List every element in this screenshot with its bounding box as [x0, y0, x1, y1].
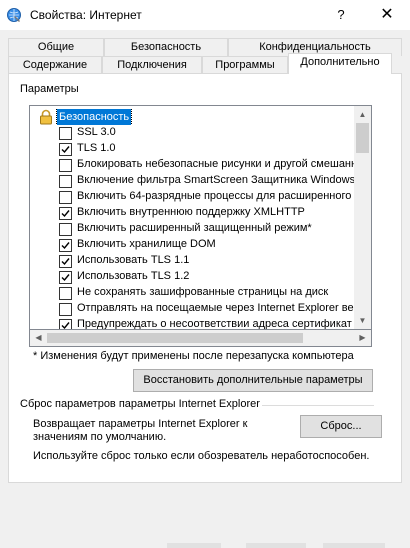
list-item-label: Включить внутреннюю поддержку XMLHTTP [77, 206, 305, 218]
list-item[interactable]: TLS 1.0 [30, 141, 354, 157]
tab-general[interactable]: Общие [8, 38, 104, 56]
restart-note: * Изменения будут применены после переза… [33, 350, 354, 362]
tab-content[interactable]: Содержание [8, 56, 102, 74]
list-item-label: Не сохранять зашифрованные страницы на д… [77, 286, 329, 298]
list-item-label: Включить хранилище DOM [77, 238, 216, 250]
list-item-label: Включение фильтра SmartScreen Защитника … [77, 174, 354, 186]
checkmark-icon [61, 258, 70, 266]
checkbox[interactable] [59, 287, 72, 300]
checkbox[interactable] [59, 239, 72, 252]
checkmark-icon [61, 322, 70, 329]
checkmark-icon [61, 210, 70, 218]
list-item-label: SSL 3.0 [77, 126, 116, 138]
scroll-left-arrow-icon[interactable]: ◀ [30, 330, 47, 346]
tab-programs[interactable]: Программы [202, 56, 288, 74]
checkbox[interactable] [59, 223, 72, 236]
list-item[interactable]: Включить хранилище DOM [30, 237, 354, 253]
checkbox[interactable] [59, 143, 72, 156]
title-bar: Свойства: Интернет ? ✕ [0, 0, 410, 30]
scroll-down-arrow-icon[interactable]: ▼ [354, 312, 371, 329]
tab-security[interactable]: Безопасность [104, 38, 228, 56]
close-button[interactable]: ✕ [364, 0, 410, 30]
checkbox[interactable] [59, 255, 72, 268]
ok-button[interactable] [167, 543, 221, 548]
list-item[interactable]: Блокировать небезопасные рисунки и друго… [30, 157, 354, 173]
checkmark-icon [61, 242, 70, 250]
checkmark-icon [61, 146, 70, 154]
checkbox[interactable] [59, 319, 72, 329]
internet-options-icon [7, 8, 21, 22]
checkbox[interactable] [59, 303, 72, 316]
list-item[interactable]: Не сохранять зашифрованные страницы на д… [30, 285, 354, 301]
restore-advanced-button[interactable]: Восстановить дополнительные параметры [133, 369, 373, 392]
tab-connections[interactable]: Подключения [102, 56, 202, 74]
apply-button[interactable] [323, 543, 385, 548]
list-item[interactable]: Включить внутреннюю поддержку XMLHTTP [30, 205, 354, 221]
tab-advanced[interactable]: Дополнительно [288, 53, 392, 74]
list-item[interactable]: Включить 64-разрядные процессы для расши… [30, 189, 354, 205]
scroll-thumb[interactable] [356, 123, 369, 153]
list-horizontal-scrollbar[interactable]: ◀ ▶ [29, 330, 372, 347]
checkbox[interactable] [59, 271, 72, 284]
list-item-label: Предупреждать о несоответствии адреса се… [77, 318, 352, 330]
scroll-up-arrow-icon[interactable]: ▲ [354, 106, 371, 123]
help-button[interactable]: ? [318, 0, 364, 30]
checkbox[interactable] [59, 191, 72, 204]
list-item-label: Включить расширенный защищенный режим* [77, 222, 312, 234]
reset-description: Возвращает параметры Internet Explorer к… [33, 418, 248, 443]
lock-icon [40, 109, 52, 125]
checkmark-icon [61, 274, 70, 282]
checkbox[interactable] [59, 207, 72, 220]
list-item[interactable]: Отправлять на посещаемые через Internet … [30, 301, 354, 317]
list-header-security: Безопасность [30, 109, 354, 125]
list-item-label: Отправлять на посещаемые через Internet … [77, 302, 354, 314]
list-item[interactable]: Включение фильтра SmartScreen Защитника … [30, 173, 354, 189]
reset-group-divider [262, 405, 374, 406]
checkbox[interactable] [59, 175, 72, 188]
list-item-label: Включить 64-разрядные процессы для расши… [77, 190, 352, 202]
reset-button[interactable]: Сброс... [300, 415, 382, 438]
hscroll-thumb[interactable] [47, 333, 303, 343]
settings-list[interactable]: Безопасность SSL 3.0 TLS 1.0 Блокировать н… [29, 105, 372, 330]
cancel-button[interactable] [246, 543, 306, 548]
list-item-label: Использовать TLS 1.1 [77, 254, 190, 266]
scroll-right-arrow-icon[interactable]: ▶ [354, 330, 371, 346]
settings-group-label: Параметры [20, 83, 79, 95]
list-item[interactable]: Использовать TLS 1.1 [30, 253, 354, 269]
window-title: Свойства: Интернет [30, 8, 142, 22]
reset-warning: Используйте сброс только если обозревате… [33, 450, 370, 462]
list-item[interactable]: Использовать TLS 1.2 [30, 269, 354, 285]
list-item[interactable]: Включить расширенный защищенный режим* [30, 221, 354, 237]
reset-group-label: Сброс параметров параметры Internet Expl… [20, 398, 260, 410]
list-item[interactable]: Предупреждать о несоответствии адреса се… [30, 317, 354, 330]
list-vertical-scrollbar[interactable]: ▲ ▼ [354, 106, 371, 329]
checkbox[interactable] [59, 159, 72, 172]
list-item[interactable]: SSL 3.0 [30, 125, 354, 141]
list-item-label: Использовать TLS 1.2 [77, 270, 190, 282]
list-header-label: Безопасность [55, 109, 133, 125]
checkbox[interactable] [59, 127, 72, 140]
list-item-label: Блокировать небезопасные рисунки и друго… [77, 158, 354, 170]
list-item-label: TLS 1.0 [77, 142, 116, 154]
